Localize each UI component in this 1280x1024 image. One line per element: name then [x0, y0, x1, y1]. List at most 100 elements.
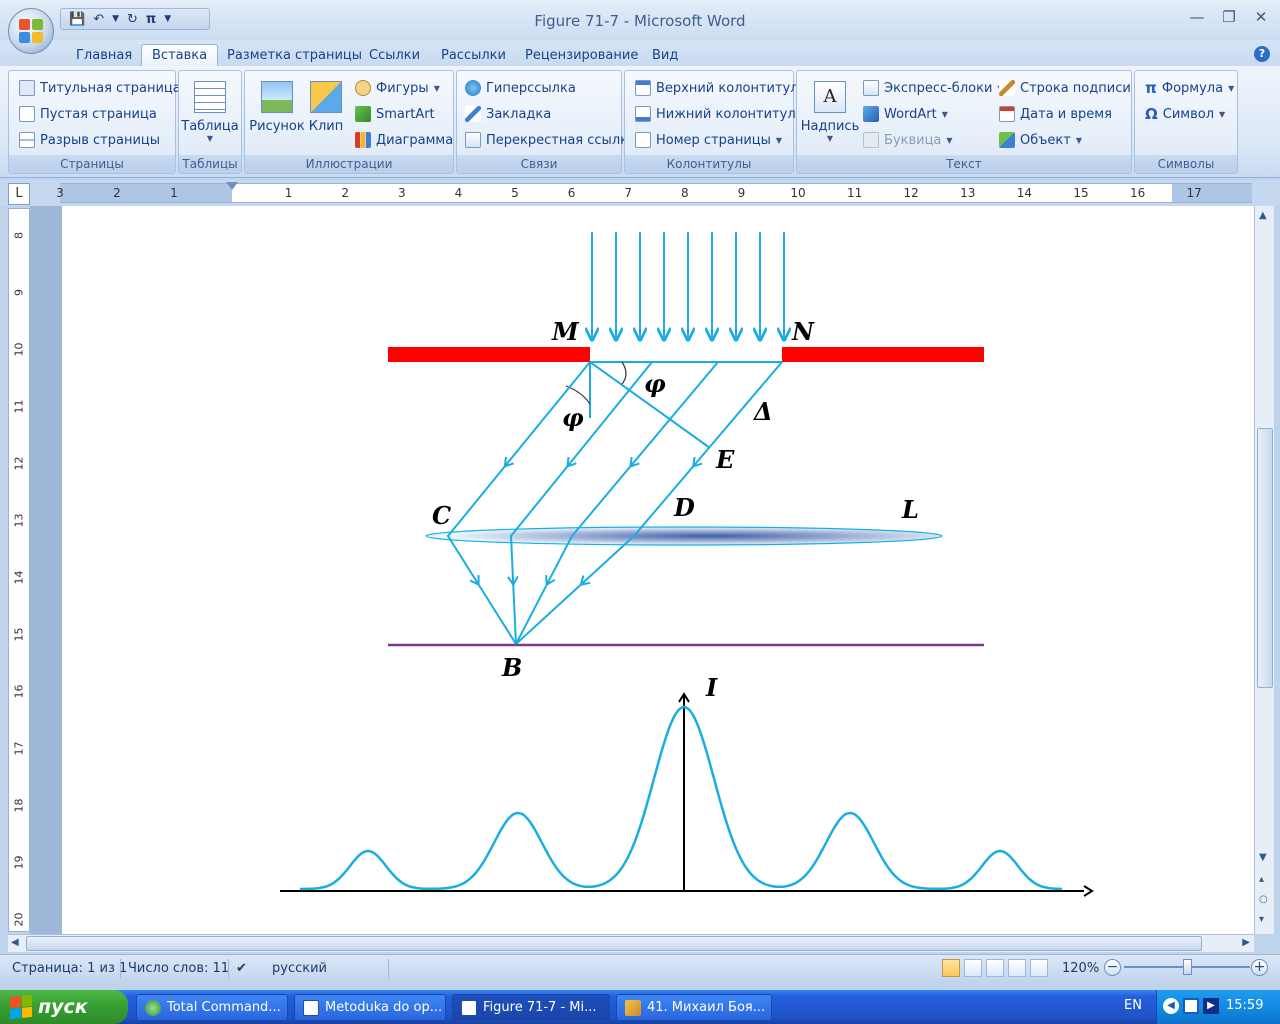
tab-page-layout[interactable]: Разметка страницы	[227, 44, 362, 68]
page-break-button[interactable]: Разрыв страницы	[19, 129, 160, 151]
scroll-right-icon[interactable]: ▶	[1242, 937, 1250, 948]
media-player-icon[interactable]: ▶	[1203, 998, 1219, 1014]
cover-page-icon	[19, 80, 35, 96]
symbol-button[interactable]: Ω Символ ▼	[1145, 103, 1225, 125]
vertical-scroll-thumb[interactable]	[1257, 428, 1273, 688]
taskbar-item-total-commander[interactable]: Total Command...	[136, 994, 288, 1021]
header-button[interactable]: Верхний колонтитул▼	[635, 77, 810, 99]
input-language[interactable]: EN	[1124, 998, 1142, 1013]
tab-view[interactable]: Вид	[652, 44, 678, 68]
zoom-in-icon[interactable]: +	[1251, 959, 1268, 976]
language-indicator[interactable]: русский	[272, 961, 327, 976]
proofing-icon[interactable]: ✔	[236, 961, 247, 976]
cross-reference-button[interactable]: Перекрестная ссылка	[465, 129, 636, 151]
close-icon[interactable]: ✕	[1252, 8, 1270, 26]
full-screen-reading-view-icon[interactable]	[964, 959, 982, 977]
text-box-button[interactable]: A Надпись ▼	[801, 81, 859, 143]
network-icon[interactable]	[1183, 998, 1199, 1014]
tray-arrow-icon[interactable]: ◀	[1163, 998, 1179, 1014]
next-page-icon[interactable]: ▾	[1259, 914, 1264, 925]
word-count[interactable]: Число слов: 11	[128, 961, 229, 976]
blank-page-button[interactable]: Пустая страница	[19, 103, 157, 125]
dropdown-icon[interactable]: ▼	[112, 14, 119, 24]
scroll-left-icon[interactable]: ◀	[11, 937, 19, 948]
ruler-number: 6	[567, 186, 576, 200]
object-button[interactable]: Объект ▼	[999, 129, 1082, 151]
label-delta: Δ	[753, 397, 773, 426]
tab-selector[interactable]: L	[8, 183, 30, 205]
bookmark-button[interactable]: Закладка	[465, 103, 551, 125]
group-header-footer: Верхний колонтитул▼ Нижний колонтитул▼ Н…	[624, 70, 810, 174]
group-label-illustrations: Иллюстрации	[245, 155, 453, 173]
table-button[interactable]: Таблица ▼	[181, 81, 239, 143]
page-number-button[interactable]: Номер страницы ▼	[635, 129, 782, 151]
scroll-up-icon[interactable]: ▲	[1259, 210, 1267, 221]
redo-icon[interactable]: ↻	[127, 12, 138, 27]
ruler-number: 1	[170, 186, 178, 200]
footer-button[interactable]: Нижний колонтитул▼	[635, 103, 807, 125]
drop-cap-button[interactable]: Буквица ▼	[863, 129, 953, 151]
zoom-slider-thumb[interactable]	[1183, 959, 1192, 975]
web-layout-view-icon[interactable]	[986, 959, 1004, 977]
clip-button[interactable]: Клип	[305, 81, 347, 134]
picture-icon	[261, 81, 293, 113]
shapes-icon	[355, 80, 371, 96]
horizontal-scrollbar[interactable]: ◀ ▶	[8, 934, 1254, 952]
chart-button[interactable]: Диаграмма	[355, 129, 453, 151]
taskbar-item-mikhail[interactable]: 41. Михаил Боя...	[616, 994, 772, 1021]
restore-icon[interactable]: ❐	[1220, 8, 1238, 26]
print-layout-view-icon[interactable]	[942, 959, 960, 977]
pi-icon: π	[1145, 79, 1157, 97]
office-button[interactable]	[8, 8, 54, 54]
quick-parts-button[interactable]: Экспресс-блоки▼	[863, 77, 1004, 99]
diffracted-rays	[446, 361, 783, 645]
minimize-icon[interactable]: —	[1188, 8, 1206, 26]
pi-icon[interactable]: π	[146, 12, 156, 27]
date-time-button[interactable]: Дата и время	[999, 103, 1112, 125]
equation-button[interactable]: π Формула ▼	[1145, 77, 1234, 99]
outline-view-icon[interactable]	[1008, 959, 1026, 977]
cover-page-button[interactable]: Титульная страница▼	[19, 77, 192, 99]
vertical-scrollbar[interactable]: ▲ ▼ ▴ ○ ▾	[1254, 206, 1274, 934]
horizontal-ruler[interactable]: 3 2 1 1 2 3 4 5 6 7 8 9 10 11 12 13 14 15 16 17	[56, 182, 1252, 203]
start-button[interactable]: пуск	[0, 990, 128, 1024]
smartart-button[interactable]: SmartArt	[355, 103, 435, 125]
tab-review[interactable]: Рецензирование	[525, 44, 638, 68]
ruler-number: 9	[737, 186, 746, 200]
tab-home[interactable]: Главная	[76, 44, 132, 68]
horizontal-scroll-thumb[interactable]	[26, 936, 1202, 951]
taskbar-item-metoduka[interactable]: Metoduka do op...	[294, 994, 446, 1021]
office-logo-icon	[19, 19, 43, 43]
tab-references[interactable]: Ссылки	[369, 44, 420, 68]
help-icon[interactable]: ?	[1254, 46, 1270, 62]
ruler-number: 15	[12, 627, 26, 642]
page-count[interactable]: Страница: 1 из 1	[12, 961, 127, 976]
vertical-ruler[interactable]: 8 9 10 11 12 13 14 15 16 17 18 19 20	[8, 208, 30, 932]
zoom-out-icon[interactable]: −	[1104, 959, 1121, 976]
save-icon[interactable]: 💾	[69, 12, 85, 27]
zoom-level[interactable]: 120%	[1062, 961, 1099, 976]
group-label-symbols: Символы	[1135, 155, 1237, 173]
tab-insert[interactable]: Вставка	[141, 44, 219, 68]
clock[interactable]: 15:59	[1226, 998, 1263, 1013]
browse-object-icon[interactable]: ○	[1259, 894, 1268, 905]
draft-view-icon[interactable]	[1030, 959, 1048, 977]
group-label-pages: Страницы	[9, 155, 175, 173]
picture-button[interactable]: Рисунок	[249, 81, 305, 134]
wordart-button[interactable]: WordArt ▼	[863, 103, 948, 125]
indent-marker-icon[interactable]	[226, 182, 238, 190]
object-icon	[999, 132, 1015, 148]
taskbar-item-figure[interactable]: Figure 71-7 - Mi...	[452, 994, 610, 1021]
document-page[interactable]: M N φ φ Δ E C D L B I	[62, 206, 1254, 934]
customize-qat-icon[interactable]: ▼	[164, 14, 171, 24]
undo-icon[interactable]: ↶	[93, 12, 104, 27]
hyperlink-button[interactable]: Гиперссылка	[465, 77, 576, 99]
scroll-down-icon[interactable]: ▼	[1259, 852, 1267, 863]
screen-right	[782, 347, 984, 362]
prev-page-icon[interactable]: ▴	[1259, 874, 1264, 885]
ruler-number: 16	[12, 684, 26, 699]
signature-line-button[interactable]: Строка подписи▼	[999, 77, 1142, 99]
tab-mailings[interactable]: Рассылки	[441, 44, 506, 68]
shapes-button[interactable]: Фигуры ▼	[355, 77, 440, 99]
ruler-number: 17	[12, 741, 26, 756]
